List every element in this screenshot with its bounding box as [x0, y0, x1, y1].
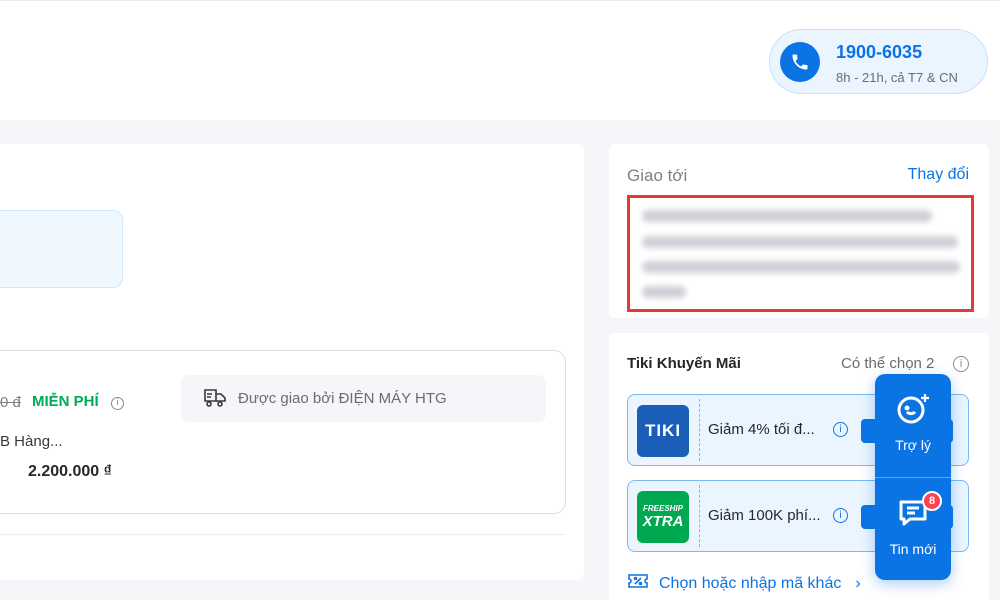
blurred-address [642, 210, 932, 222]
messages-label: Tin mới [889, 541, 937, 557]
shipped-by-box: Được giao bởi ĐIỆN MÁY HTG [181, 375, 546, 422]
product-name: B Hàng... [0, 433, 63, 450]
coupon-icon [627, 572, 649, 595]
message-count-badge: 8 [922, 491, 942, 511]
top-header: 1900-6035 8h - 21h, cả T7 & CN [0, 0, 1000, 120]
promotions-choose-note: Có thể chọn 2 [841, 355, 935, 372]
product-price: 2.200.000 ₫ [28, 463, 112, 480]
tiki-logo: TIKI [637, 405, 689, 457]
package-box: 0 đ MIỄN PHÍ i B Hàng... 2.200.000 ₫ Đượ… [0, 350, 566, 514]
hotline-number: 1900-6035 [836, 42, 923, 62]
blurred-address [642, 261, 960, 273]
divider [0, 534, 566, 535]
deliver-to-panel: Giao tới Thay đổi [609, 144, 989, 318]
coupon-text: Giảm 4% tối đ... [708, 421, 815, 438]
deliver-to-title: Giao tới [627, 166, 688, 185]
phone-icon [780, 42, 820, 82]
chevron-right-icon: › [855, 574, 861, 592]
delivery-option-box[interactable] [0, 210, 123, 288]
shipped-by-text: Được giao bởi ĐIỆN MÁY HTG [238, 390, 447, 407]
assistant-icon [894, 392, 932, 431]
info-icon[interactable]: i [833, 422, 848, 437]
widget-divider [875, 477, 951, 478]
info-icon[interactable]: i [953, 356, 969, 372]
coupon-divider [699, 399, 700, 461]
info-icon[interactable]: i [833, 508, 848, 523]
promotions-title: Tiki Khuyến Mãi [627, 355, 741, 372]
info-icon[interactable]: i [111, 397, 124, 410]
other-code-text: Chọn hoặc nhập mã khác [659, 574, 842, 592]
truck-icon [203, 387, 227, 414]
shipping-old-price: 0 đ [0, 394, 21, 411]
assistant-label: Trợ lý [895, 437, 931, 453]
messages-button[interactable]: Tin mới [875, 496, 951, 596]
hotline-pill[interactable]: 1900-6035 8h - 21h, cả T7 & CN [769, 29, 988, 94]
other-code-link[interactable]: Chọn hoặc nhập mã khác › [627, 572, 861, 595]
hotline-hours: 8h - 21h, cả T7 & CN [836, 70, 958, 85]
shipping-free-label: MIỄN PHÍ [32, 393, 99, 410]
blurred-address [642, 236, 958, 248]
coupon-divider [699, 485, 700, 547]
freeship-xtra-logo: FREESHIP XTRA [637, 491, 689, 543]
coupon-text: Giảm 100K phí... [708, 507, 821, 524]
address-highlight-box [627, 195, 974, 312]
blurred-address [642, 286, 686, 298]
change-address-link[interactable]: Thay đổi [908, 166, 969, 184]
order-main-panel: 0 đ MIỄN PHÍ i B Hàng... 2.200.000 ₫ Đượ… [0, 144, 584, 580]
floating-widget: Trợ lý Tin mới 8 [875, 374, 951, 580]
